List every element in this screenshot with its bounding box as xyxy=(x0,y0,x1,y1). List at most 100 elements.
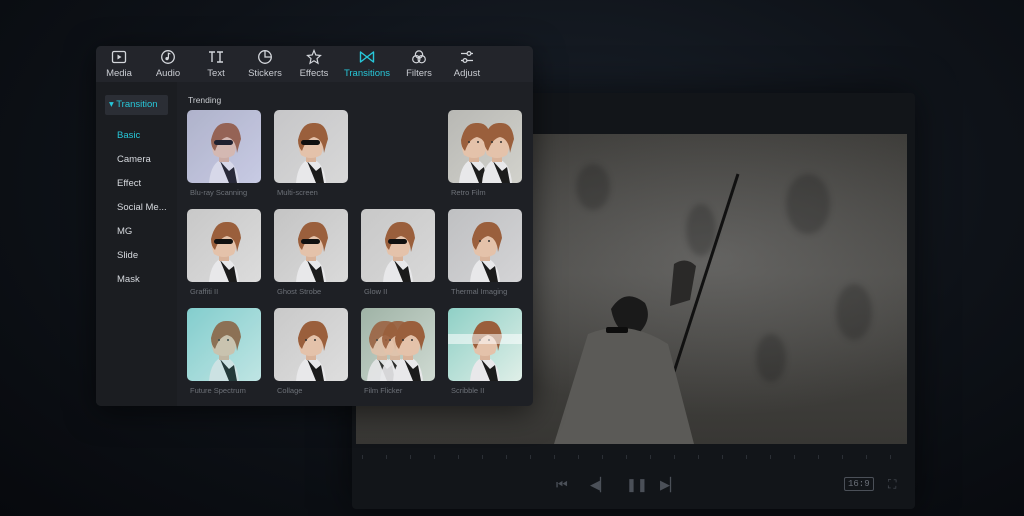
tab-audio[interactable]: Audio xyxy=(141,49,195,79)
tab-filters[interactable]: Filters xyxy=(392,49,446,79)
music-note-icon xyxy=(161,50,175,64)
timeline-tick xyxy=(626,455,627,459)
sidebar-item-basic[interactable]: Basic xyxy=(117,130,140,141)
tab-label: Filters xyxy=(406,68,432,79)
category-sidebar: ▾ Transition Basic Camera Effect Social … xyxy=(96,82,177,406)
timeline-tick xyxy=(794,455,795,459)
sliders-icon xyxy=(461,50,473,64)
fullscreen-icon[interactable]: ⛶ xyxy=(888,477,896,492)
tile-thumbnail xyxy=(361,308,435,381)
timeline-strip[interactable] xyxy=(352,449,915,463)
transition-tile-film-flicker[interactable] xyxy=(361,308,435,381)
timeline-tick xyxy=(386,455,387,459)
transition-tile-label: Future Spectrum xyxy=(190,386,246,395)
timeline-tick xyxy=(842,455,843,459)
timeline-tick xyxy=(698,455,699,459)
tile-thumbnail xyxy=(274,110,348,183)
skip-back-icon[interactable]: ⏮ xyxy=(556,477,568,493)
pause-icon[interactable]: ❚❚ xyxy=(626,477,648,493)
sidebar-item-camera[interactable]: Camera xyxy=(117,154,151,165)
tab-media[interactable]: Media xyxy=(96,49,146,79)
timeline-tick xyxy=(770,455,771,459)
tab-label: Text xyxy=(207,68,225,79)
bowtie-icon xyxy=(359,51,375,63)
sticker-icon xyxy=(258,50,272,64)
transition-tile-ghost-strobe[interactable] xyxy=(274,209,348,282)
timeline-tick xyxy=(554,455,555,459)
text-ti-icon xyxy=(209,51,223,63)
tab-label: Transitions xyxy=(343,68,391,79)
tile-thumbnail xyxy=(448,110,522,183)
transition-tile-label: Blu-ray Scanning xyxy=(190,188,248,197)
sidebar-item-mg[interactable]: MG xyxy=(117,226,132,237)
timeline-tick xyxy=(362,455,363,459)
playback-controls: ⏮ ◀▏ ❚❚ ▶▏ 16:9 ⛶ xyxy=(352,473,915,499)
transition-tile-label: Collage xyxy=(277,386,303,395)
transition-tile-label: Glow II xyxy=(364,287,388,296)
transition-tile-future-spectrum[interactable] xyxy=(187,308,261,381)
timeline-tick xyxy=(650,455,651,459)
sidebar-item-mask[interactable]: Mask xyxy=(117,274,140,285)
tab-label: Audio xyxy=(155,68,181,79)
tile-thumbnail xyxy=(274,209,348,282)
transition-tile-label: Scribble II xyxy=(451,386,485,395)
transition-tile-multi-screen[interactable] xyxy=(274,110,348,183)
tab-label: Media xyxy=(106,68,132,79)
timeline-tick xyxy=(674,455,675,459)
tab-adjust[interactable]: Adjust xyxy=(440,49,494,79)
timeline-tick xyxy=(602,455,603,459)
tile-thumbnail xyxy=(361,209,435,282)
transition-tile-blu-ray-scanning[interactable] xyxy=(187,110,261,183)
transition-grid: Trending Blu-ray Scanning Multi-screen R… xyxy=(177,82,533,406)
tab-stickers[interactable]: Stickers xyxy=(238,49,292,79)
step-back-icon[interactable]: ◀▏ xyxy=(590,477,610,493)
transition-tile-label: Ghost Strobe xyxy=(277,287,322,296)
tab-transitions[interactable]: Transitions xyxy=(340,49,394,79)
tile-thumbnail xyxy=(187,110,261,183)
tab-text[interactable]: Text xyxy=(189,49,243,79)
timeline-tick xyxy=(746,455,747,459)
tile-thumbnail xyxy=(448,209,522,282)
transition-tile-glow-ii[interactable] xyxy=(361,209,435,282)
transition-tile-label: Multi-screen xyxy=(277,188,318,197)
timeline-tick xyxy=(578,455,579,459)
timeline-tick xyxy=(818,455,819,459)
timeline-tick xyxy=(458,455,459,459)
transition-tile-label: Film Flicker xyxy=(364,386,403,395)
sidebar-item-slide[interactable]: Slide xyxy=(117,250,138,261)
transition-tile-graffiti-ii[interactable] xyxy=(187,209,261,282)
timeline-tick xyxy=(890,455,891,459)
tile-thumbnail xyxy=(448,308,522,381)
timeline-tick xyxy=(410,455,411,459)
step-forward-icon[interactable]: ▶▏ xyxy=(660,477,680,493)
tile-thumbnail xyxy=(187,308,261,381)
transition-tile-scribble-ii[interactable] xyxy=(448,308,522,381)
sparkle-star-icon xyxy=(306,49,322,65)
tile-thumbnail xyxy=(187,209,261,282)
transition-tile-label: Graffiti II xyxy=(190,287,219,296)
timeline-tick xyxy=(506,455,507,459)
transition-tile-label: Thermal Imaging xyxy=(451,287,508,296)
section-title: Trending xyxy=(188,95,222,105)
timeline-tick xyxy=(530,455,531,459)
aspect-ratio-button[interactable]: 16:9 xyxy=(844,477,874,491)
transition-tile-thermal-imaging[interactable] xyxy=(448,209,522,282)
timeline-tick xyxy=(722,455,723,459)
timeline-tick xyxy=(434,455,435,459)
transition-tile-label: Retro Film xyxy=(451,188,486,197)
tab-label: Adjust xyxy=(453,68,481,79)
play-square-icon xyxy=(111,50,127,64)
tile-thumbnail xyxy=(274,308,348,381)
three-circles-icon xyxy=(412,50,426,64)
sidebar-section-header[interactable]: ▾ Transition xyxy=(105,95,168,115)
tab-effects[interactable]: Effects xyxy=(287,49,341,79)
timeline-tick xyxy=(482,455,483,459)
sidebar-item-social-media[interactable]: Social Me... xyxy=(117,202,167,213)
transition-tile-collage[interactable] xyxy=(274,308,348,381)
timeline-tick xyxy=(866,455,867,459)
sidebar-item-effect[interactable]: Effect xyxy=(117,178,141,189)
toolbar: Media Audio Text Stickers Effects Transi… xyxy=(96,46,533,82)
transition-tile-retro-film[interactable] xyxy=(448,110,522,183)
tab-label: Effects xyxy=(299,68,329,79)
asset-panel: Media Audio Text Stickers Effects Transi… xyxy=(96,46,533,406)
